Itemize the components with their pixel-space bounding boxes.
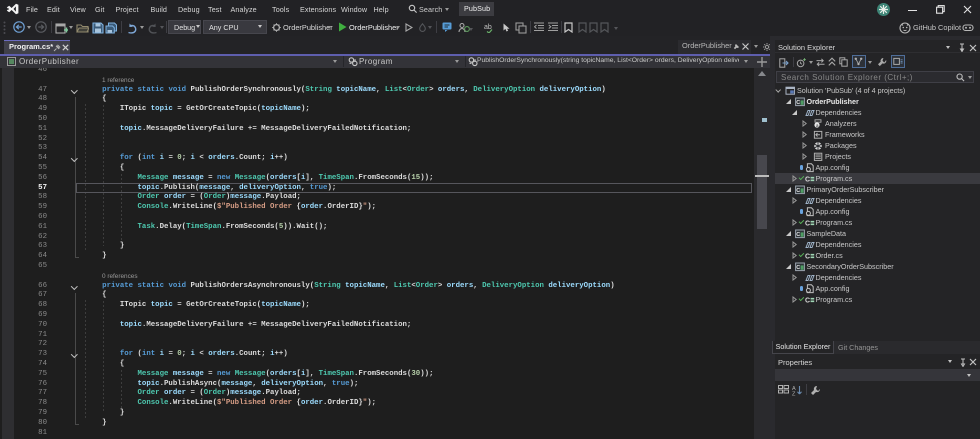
svg-text:C: C bbox=[805, 177, 810, 184]
svg-text:ab: ab bbox=[484, 24, 492, 31]
svg-text:C: C bbox=[796, 100, 800, 106]
svg-text:C: C bbox=[805, 298, 810, 305]
svg-text:C: C bbox=[796, 232, 800, 238]
svg-text:C: C bbox=[805, 221, 810, 228]
svg-text:C: C bbox=[796, 188, 800, 194]
svg-text:C: C bbox=[805, 254, 810, 261]
svg-text:Z: Z bbox=[792, 391, 796, 396]
svg-text:C: C bbox=[796, 265, 800, 271]
